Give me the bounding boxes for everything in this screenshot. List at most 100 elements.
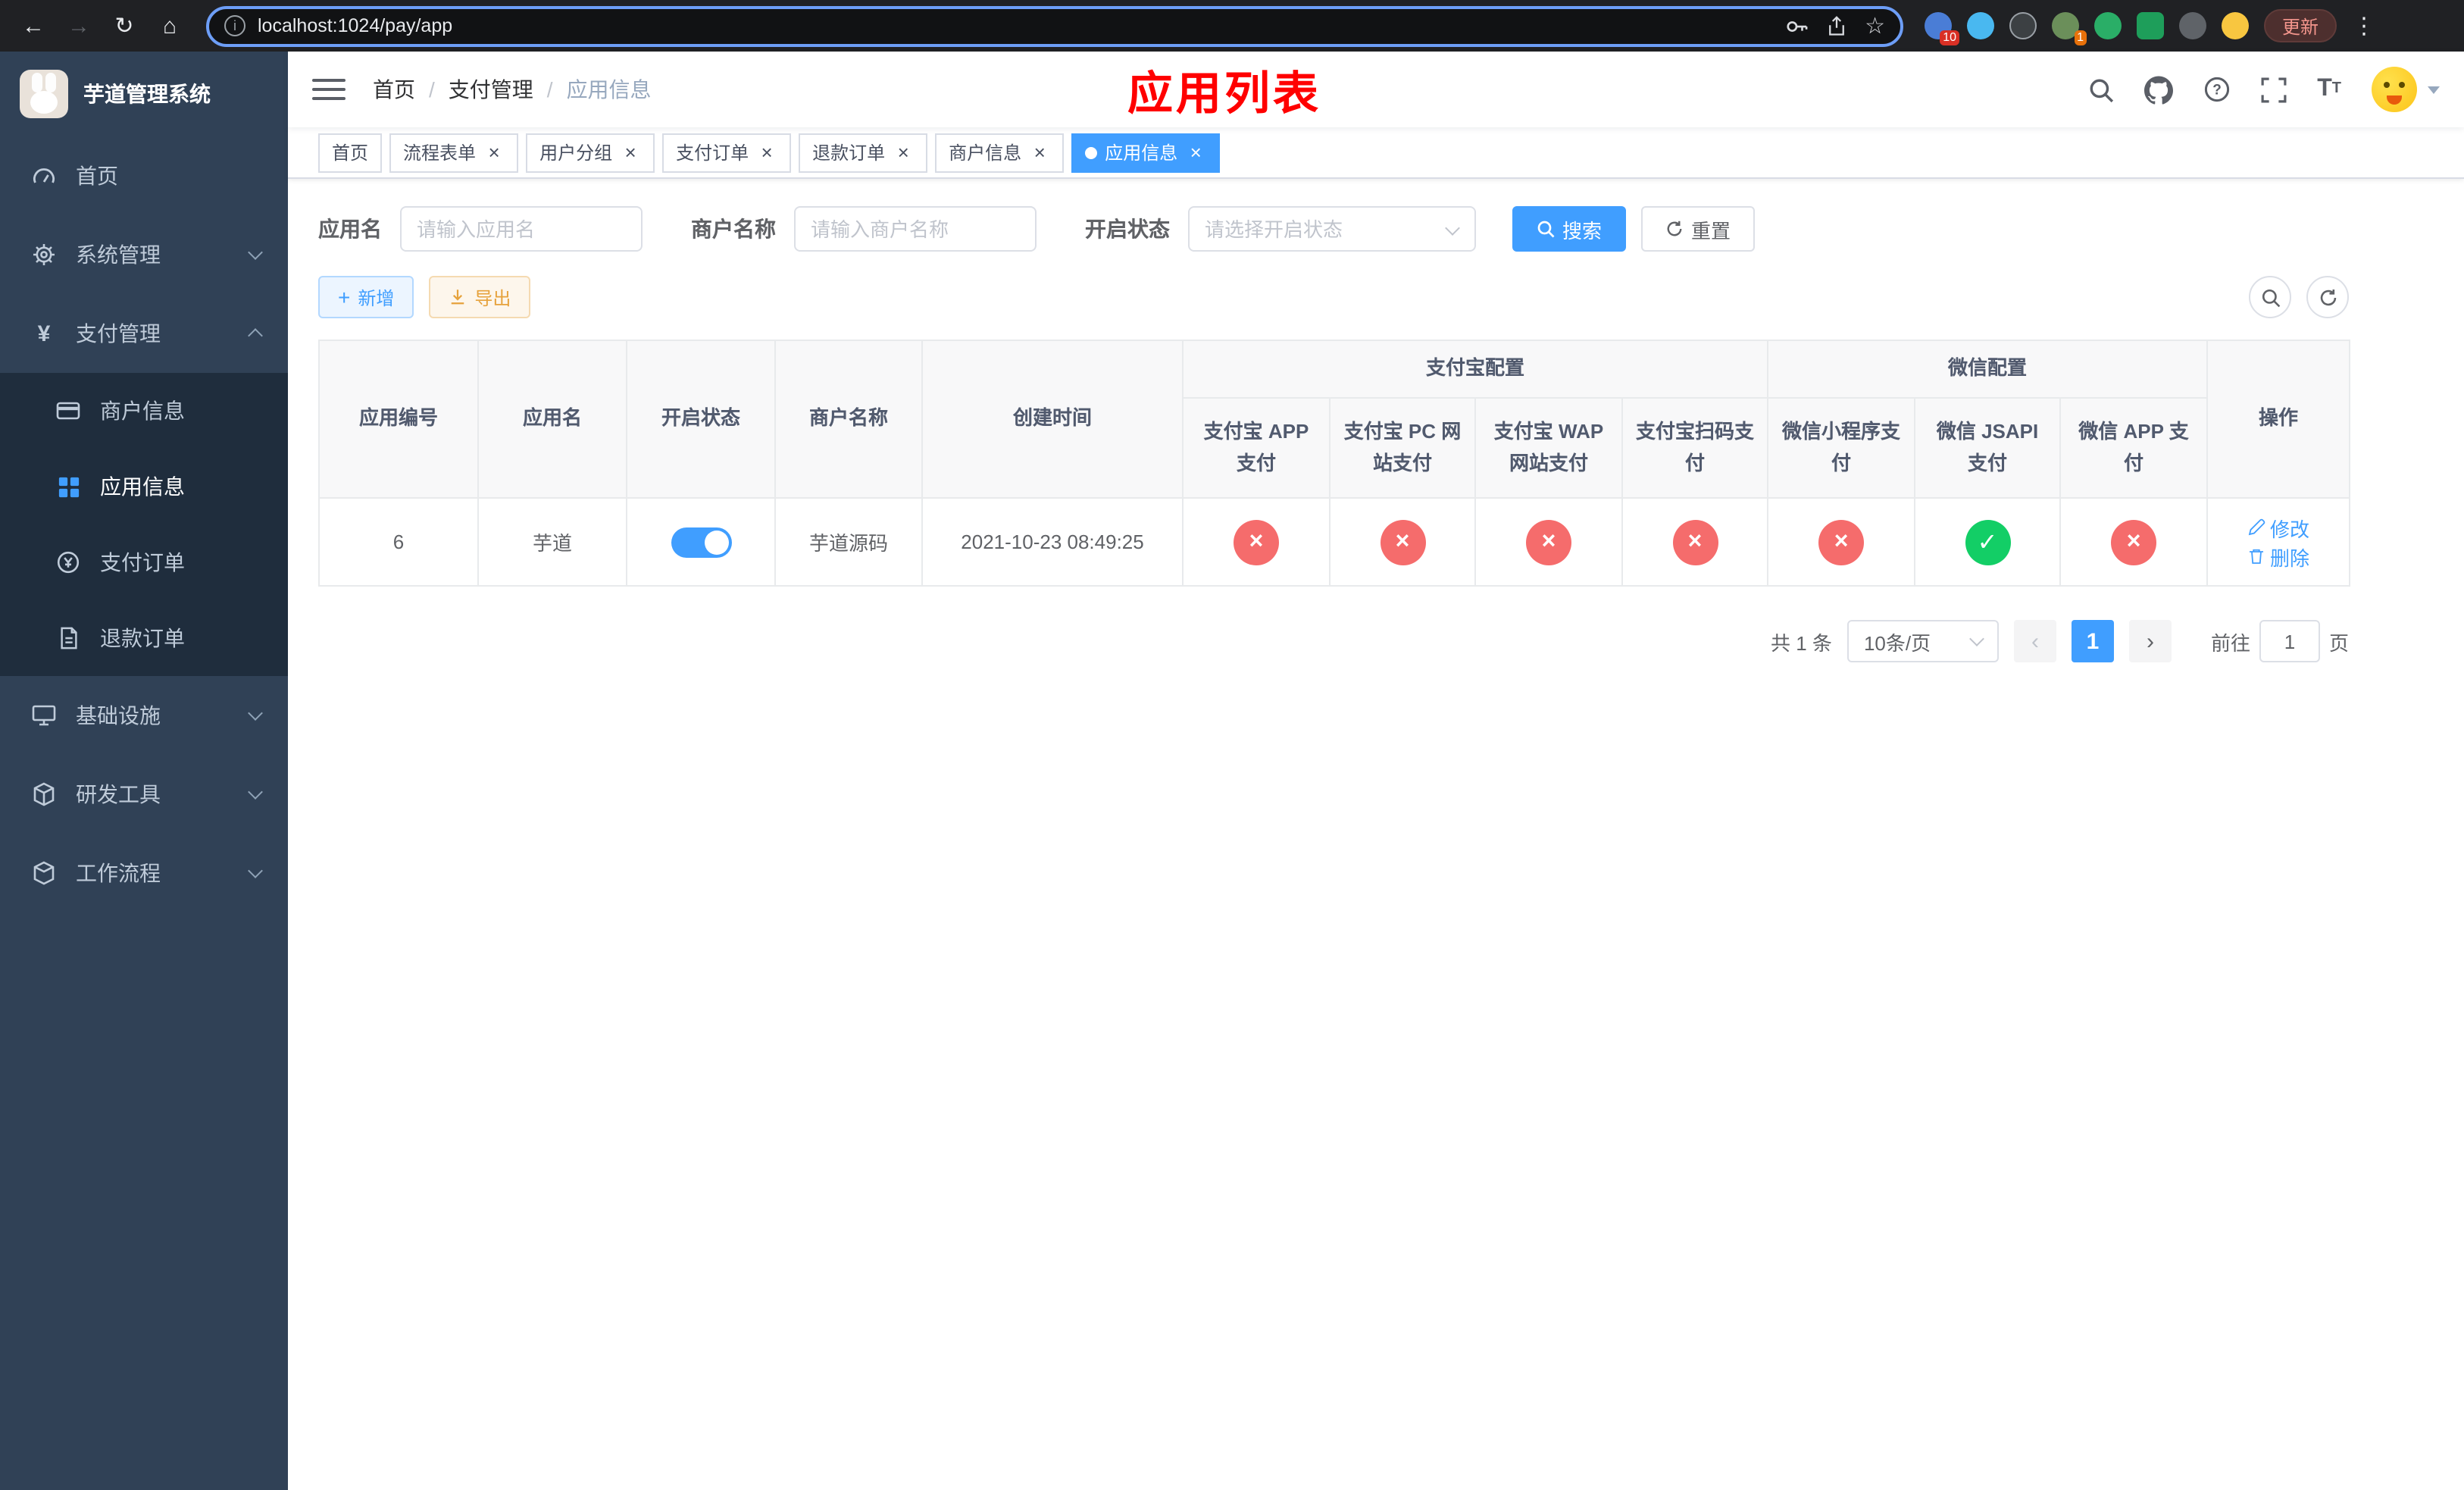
breadcrumb-payment[interactable]: 支付管理 xyxy=(449,74,533,105)
cell-actions: 修改 删除 xyxy=(2206,497,2351,587)
page-size-select[interactable]: 10条/页 xyxy=(1846,620,1999,662)
font-size-icon[interactable]: TT xyxy=(2317,77,2341,102)
sidebar-item-label: 支付订单 xyxy=(100,550,185,574)
yen-icon: ¥ xyxy=(37,321,51,346)
col-header-wx-app: 微信 APP 支付 xyxy=(2059,397,2209,499)
site-info-icon[interactable]: i xyxy=(224,15,245,36)
sidebar-item-payment[interactable]: ¥ 支付管理 xyxy=(0,294,288,373)
sidebar-item-app-info[interactable]: 应用信息 xyxy=(0,449,288,524)
breadcrumb-home[interactable]: 首页 xyxy=(373,74,415,105)
tab-pay-orders[interactable]: 支付订单 × xyxy=(662,133,792,172)
tab-home[interactable]: 首页 xyxy=(318,133,383,172)
browser-extension-icon-6[interactable] xyxy=(2137,12,2164,39)
address-bar[interactable]: i localhost:1024/pay/app ☆ xyxy=(206,5,1903,46)
sidebar-item-home[interactable]: 首页 xyxy=(0,136,288,215)
tab-merchant-info[interactable]: 商户信息 × xyxy=(935,133,1065,172)
search-button[interactable]: 搜索 xyxy=(1512,206,1627,252)
cell-wx-jsapi: ✓ xyxy=(1914,497,2062,587)
cell-app-id: 6 xyxy=(318,497,479,587)
browser-menu-icon[interactable]: ⋮ xyxy=(2352,12,2376,39)
main-area: 首页 / 支付管理 / 应用信息 应用列表 ? T T 首页 流程表单 × 用户… xyxy=(288,52,2464,1490)
browser-extension-icon-7[interactable] xyxy=(2179,12,2206,39)
sidebar-item-refund-orders[interactable]: 退款订单 xyxy=(0,600,288,676)
col-header-merchant: 商户名称 xyxy=(774,340,923,499)
add-button[interactable]: + 新增 xyxy=(318,276,414,318)
sidebar-item-dev-tools[interactable]: 研发工具 xyxy=(0,755,288,834)
browser-extension-icon-5[interactable] xyxy=(2094,12,2122,39)
close-icon[interactable]: × xyxy=(1185,142,1206,163)
prev-page-button[interactable]: ‹ xyxy=(2013,620,2056,662)
user-menu[interactable] xyxy=(2372,67,2440,112)
status-select[interactable] xyxy=(1188,206,1476,252)
app-name-input[interactable] xyxy=(400,206,643,252)
rabbit-icon xyxy=(30,91,58,114)
col-header-alipay-pc: 支付宝 PC 网站支付 xyxy=(1329,397,1476,499)
omnibox-actions: ☆ xyxy=(1784,12,1885,39)
sidebar-item-pay-orders[interactable]: 支付订单 xyxy=(0,524,288,600)
payment-submenu: 商户信息 应用信息 支付订单 退款订单 xyxy=(0,373,288,676)
status-select-input[interactable] xyxy=(1188,206,1476,252)
toggle-search-button[interactable] xyxy=(2249,276,2291,318)
close-icon[interactable]: × xyxy=(893,142,914,163)
status-toggle[interactable] xyxy=(671,527,731,557)
sidebar-item-infra[interactable]: 基础设施 xyxy=(0,676,288,755)
document-icon xyxy=(55,626,82,650)
export-button[interactable]: 导出 xyxy=(429,276,531,318)
next-page-button[interactable]: › xyxy=(2128,620,2172,662)
sidebar-logo[interactable]: 芋道管理系统 xyxy=(0,52,288,136)
app-name-label: 应用名 xyxy=(318,217,382,241)
sidebar-item-workflow[interactable]: 工作流程 xyxy=(0,834,288,912)
tab-user-group[interactable]: 用户分组 × xyxy=(526,133,655,172)
close-icon[interactable]: × xyxy=(620,142,641,163)
status-check-icon: ✓ xyxy=(1965,519,2011,565)
col-header-wx-jsapi: 微信 JSAPI 支付 xyxy=(1914,397,2062,499)
tab-app-info[interactable]: 应用信息 × xyxy=(1071,133,1221,172)
key-icon[interactable] xyxy=(1784,14,1807,37)
edit-link[interactable]: 修改 xyxy=(2247,513,2309,542)
search-icon[interactable] xyxy=(2088,77,2114,102)
app-frame: 芋道管理系统 首页 系统管理 ¥ 支付管理 商户信息 应用信息 支付订单 退款订… xyxy=(0,52,2464,1490)
chevron-down-icon xyxy=(2428,86,2440,93)
browser-back-button[interactable]: ← xyxy=(12,6,55,45)
browser-extension-icon-3[interactable] xyxy=(2009,12,2037,39)
monitor-icon xyxy=(30,703,58,728)
sidebar-item-label: 支付管理 xyxy=(76,321,161,346)
sidebar-item-label: 退款订单 xyxy=(100,626,185,650)
browser-forward-button[interactable]: → xyxy=(58,6,100,45)
close-icon[interactable]: × xyxy=(1029,142,1050,163)
delete-link[interactable]: 删除 xyxy=(2247,542,2309,571)
browser-extension-icon-2[interactable] xyxy=(1967,12,1994,39)
goto-suffix: 页 xyxy=(2328,631,2349,654)
fullscreen-icon[interactable] xyxy=(2261,77,2287,102)
browser-extension-icon-4[interactable]: 1 xyxy=(2052,12,2087,45)
reset-button[interactable]: 重置 xyxy=(1641,206,1756,252)
browser-extension-icon-1[interactable]: 10 xyxy=(1925,12,1959,45)
sidebar-item-system[interactable]: 系统管理 xyxy=(0,215,288,294)
help-icon[interactable]: ? xyxy=(2203,76,2231,103)
tab-label: 支付订单 xyxy=(676,142,749,164)
goto-page-input[interactable] xyxy=(2259,620,2320,662)
tab-process-form[interactable]: 流程表单 × xyxy=(389,133,519,172)
cell-alipay-qr: × xyxy=(1621,497,1769,587)
edit-link-label: 修改 xyxy=(2270,518,2310,540)
pagination-total: 共 1 条 xyxy=(1771,631,1832,654)
close-icon[interactable]: × xyxy=(483,142,505,163)
merchant-name-input[interactable] xyxy=(794,206,1037,252)
chrome-update-button[interactable]: 更新 xyxy=(2264,9,2337,42)
close-icon[interactable]: × xyxy=(756,142,777,163)
page-1-button[interactable]: 1 xyxy=(2071,620,2114,662)
share-icon[interactable] xyxy=(1825,14,1846,37)
sidebar-toggle-icon[interactable] xyxy=(312,76,346,103)
github-icon[interactable] xyxy=(2144,75,2174,104)
browser-home-button[interactable]: ⌂ xyxy=(149,6,191,45)
browser-reload-button[interactable]: ↻ xyxy=(103,6,145,45)
filter-form: 应用名 商户名称 开启状态 xyxy=(318,206,2349,252)
tab-refund-orders[interactable]: 退款订单 × xyxy=(799,133,928,172)
active-tab-dot xyxy=(1085,146,1098,158)
cell-alipay-wap: × xyxy=(1474,497,1623,587)
bookmark-star-icon[interactable]: ☆ xyxy=(1865,12,1885,39)
page-size-value: 10条/页 xyxy=(1863,631,1931,654)
refresh-button[interactable] xyxy=(2306,276,2349,318)
sidebar-item-merchant-info[interactable]: 商户信息 xyxy=(0,373,288,449)
browser-extension-icon-8[interactable] xyxy=(2222,12,2249,39)
